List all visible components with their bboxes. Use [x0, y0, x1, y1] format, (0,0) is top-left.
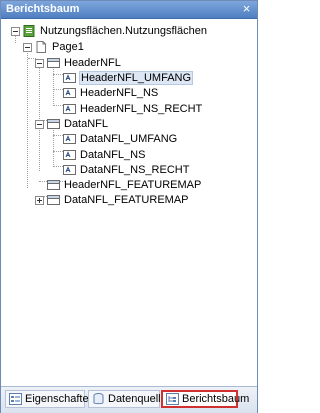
text-field-icon [63, 72, 76, 84]
tree-node-headernfl[interactable]: HeaderNFL [35, 55, 121, 71]
tree-node-label: HeaderNFL_FEATUREMAP [64, 179, 202, 191]
collapse-icon[interactable] [23, 42, 32, 52]
panel-title: Berichtsbaum [6, 3, 80, 15]
collapse-icon[interactable] [11, 26, 20, 36]
panel-titlebar: Berichtsbaum × [1, 1, 257, 19]
tree-node-label: DataNFL_NS_RECHT [80, 164, 190, 176]
section-icon [47, 57, 60, 69]
page-icon [35, 41, 48, 53]
expand-icon[interactable] [35, 195, 44, 205]
report-icon [23, 25, 36, 37]
section-icon [47, 179, 60, 191]
tree-node-datanfl-featuremap[interactable]: DataNFL_FEATUREMAP [35, 192, 189, 208]
tree-node-headernfl-featuremap[interactable]: HeaderNFL_FEATUREMAP [47, 177, 201, 193]
tab-berichtsbaum[interactable]: Berichtsbaum [161, 390, 249, 408]
tab-datenquelle[interactable]: Datenquelle [88, 390, 167, 408]
tree-node-label: Nutzungsflächen.Nutzungsflächen [40, 25, 207, 37]
tree-node-label: HeaderNFL_UMFANG [78, 71, 194, 85]
tree-node-label: DataNFL_UMFANG [80, 133, 178, 145]
tree-node-datanfl[interactable]: DataNFL [35, 116, 108, 132]
close-icon[interactable]: × [240, 2, 253, 15]
tree-icon [166, 393, 179, 405]
tree-node-page[interactable]: Page1 [23, 39, 84, 55]
tree-node-headernfl-umfang[interactable]: HeaderNFL_UMFANG [63, 70, 194, 86]
text-field-icon [63, 149, 76, 161]
report-tree-panel: Berichtsbaum × Nutzungsflächen.Nutzungsf… [0, 0, 258, 413]
tab-label: Datenquelle [108, 393, 167, 405]
tree-node-label: HeaderNFL_NS [80, 87, 159, 99]
tree-node-label: HeaderNFL_NS_RECHT [80, 103, 203, 115]
text-field-icon [63, 87, 76, 99]
properties-icon [9, 393, 22, 405]
text-field-icon [63, 103, 76, 115]
tab-label: Eigenschaften [25, 393, 95, 405]
tree-node-datanfl-ns[interactable]: DataNFL_NS [63, 147, 145, 163]
tree-node-headernfl-ns-recht[interactable]: HeaderNFL_NS_RECHT [63, 101, 202, 117]
datasource-icon [92, 393, 105, 405]
tree-node-label: HeaderNFL [64, 57, 121, 69]
report-tree: Nutzungsflächen.Nutzungsflächen Page1 He… [1, 21, 257, 381]
tree-node-label: Page1 [52, 41, 84, 53]
collapse-icon[interactable] [35, 119, 44, 129]
tab-eigenschaften[interactable]: Eigenschaften [5, 390, 95, 408]
section-icon [47, 194, 60, 206]
tree-node-label: DataNFL [64, 118, 109, 130]
tree-node-datanfl-umfang[interactable]: DataNFL_UMFANG [63, 131, 177, 147]
collapse-icon[interactable] [35, 58, 44, 68]
tree-node-headernfl-ns[interactable]: HeaderNFL_NS [63, 85, 158, 101]
section-icon [47, 118, 60, 130]
tree-node-label: DataNFL_NS [80, 149, 146, 161]
tree-node-root[interactable]: Nutzungsflächen.Nutzungsflächen [11, 23, 207, 39]
text-field-icon [63, 164, 76, 176]
tree-node-label: DataNFL_FEATUREMAP [64, 194, 189, 206]
tab-label: Berichtsbaum [182, 393, 250, 405]
panel-tabbar: Eigenschaften Datenquelle Berichtsbaum [1, 386, 257, 413]
tree-node-datanfl-ns-recht[interactable]: DataNFL_NS_RECHT [63, 162, 189, 178]
text-field-icon [63, 133, 76, 145]
